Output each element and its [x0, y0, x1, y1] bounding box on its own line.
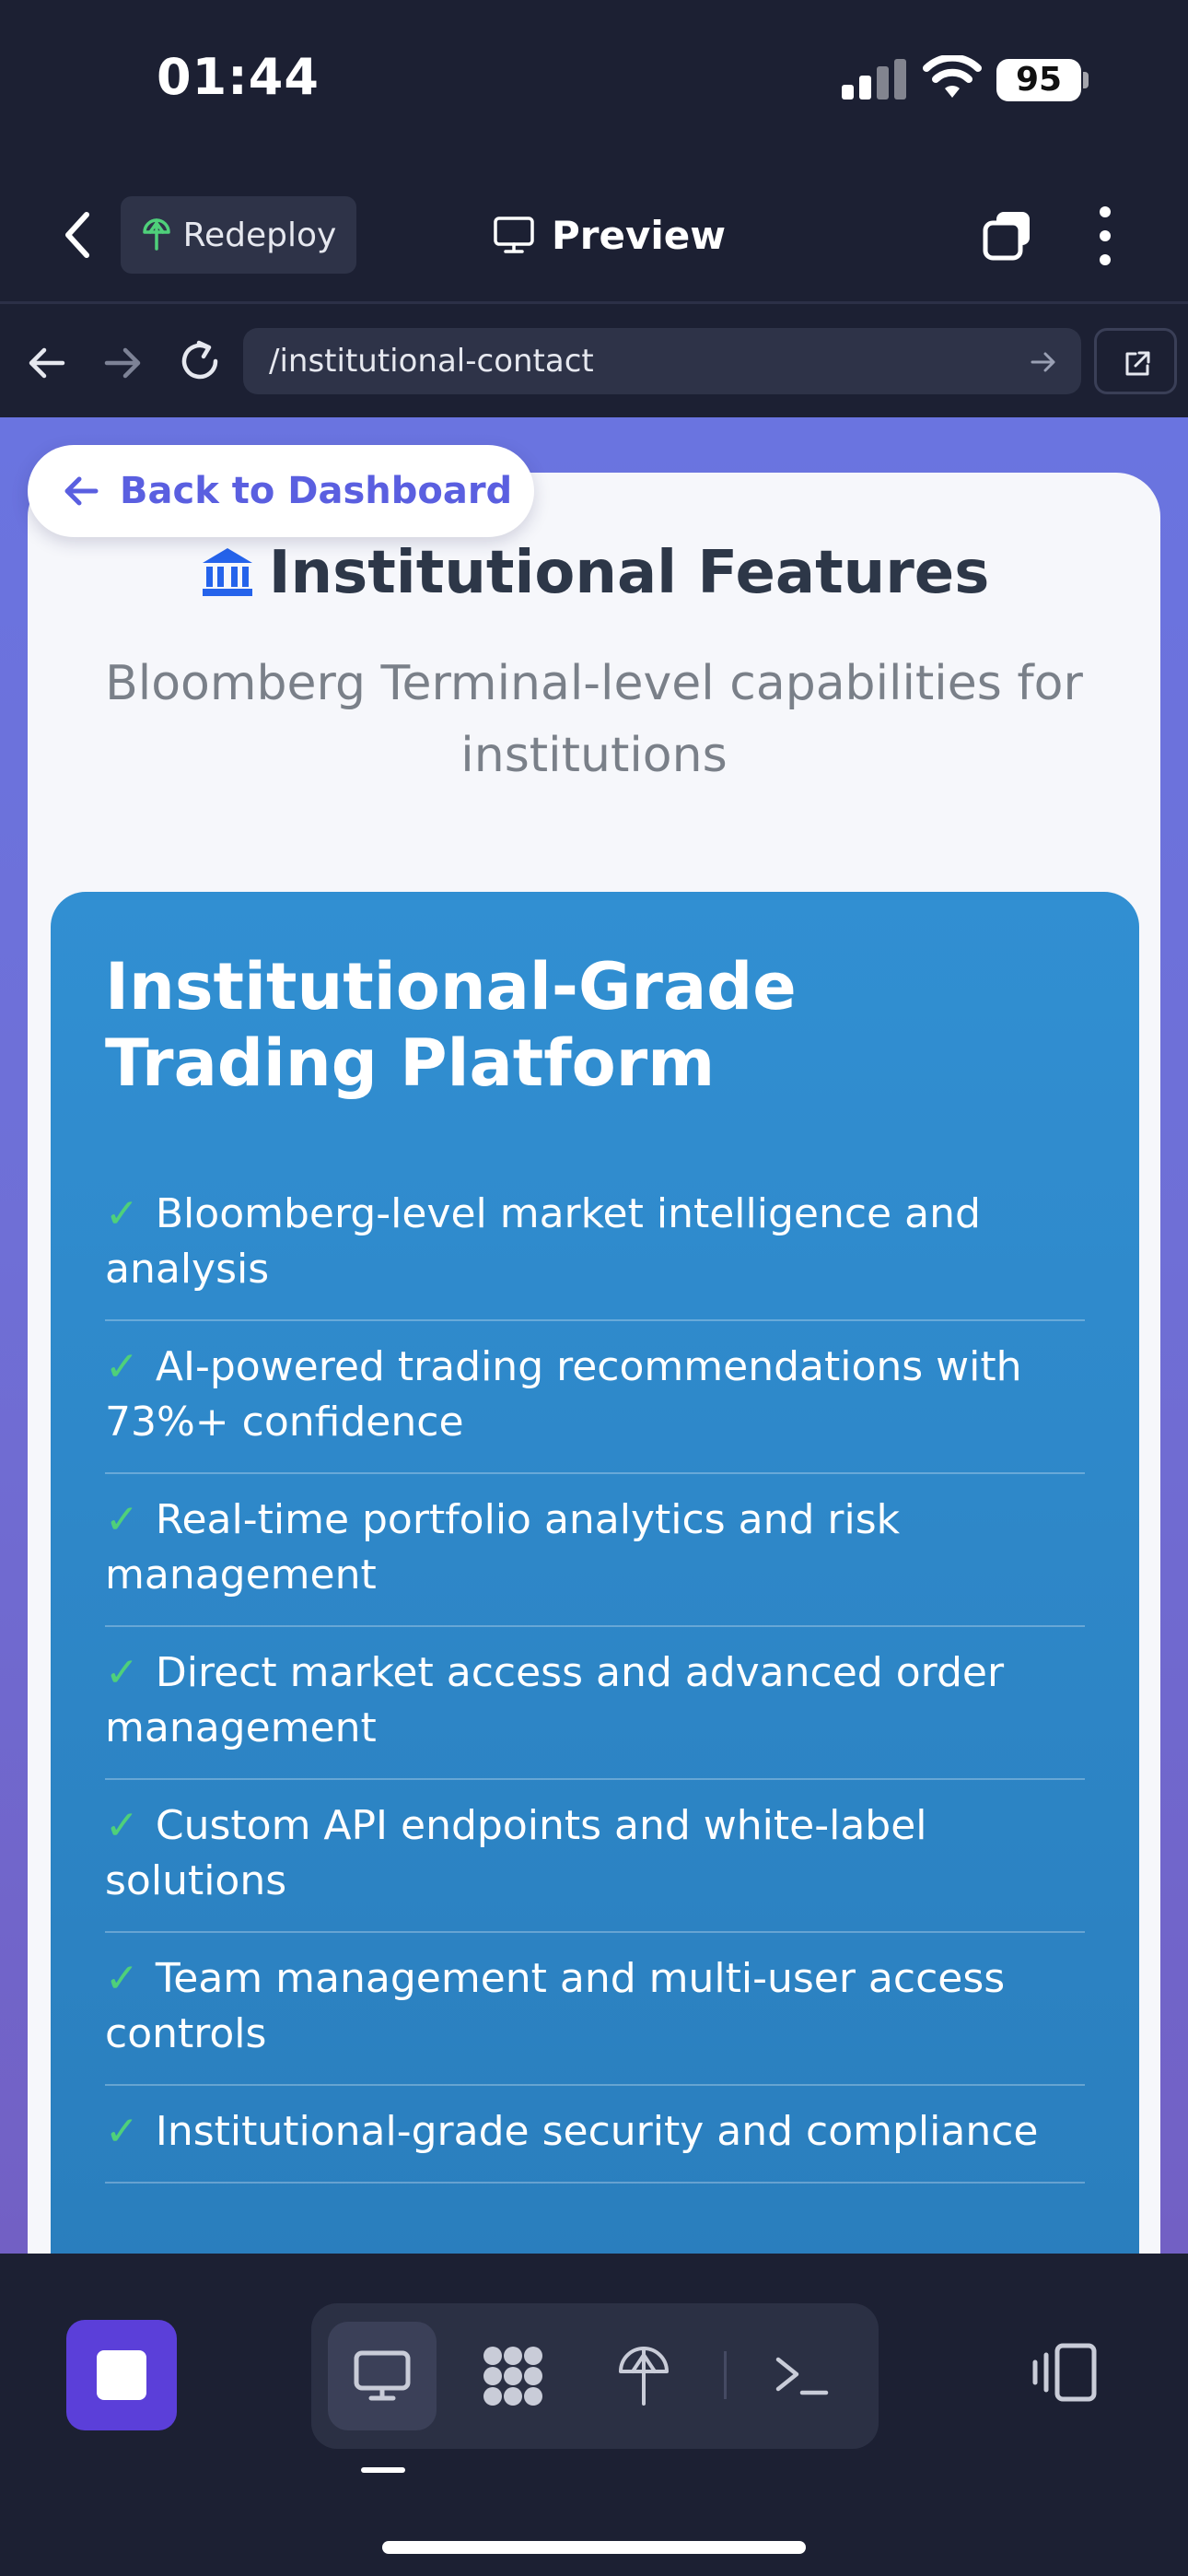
feature-item: ✓ Team management and multi-user access c…	[105, 1933, 1085, 2086]
check-icon: ✓	[105, 1649, 139, 1696]
tab-deploy[interactable]	[589, 2322, 698, 2430]
open-external-button[interactable]	[1094, 328, 1177, 394]
segment-divider	[724, 2351, 727, 2399]
feature-item: ✓ Real-time portfolio analytics and risk …	[105, 1474, 1085, 1627]
monitor-icon	[354, 2350, 411, 2401]
feature-item: ✓ Bloomberg-level market intelligence and…	[105, 1168, 1085, 1321]
web-viewport: Institutional Features Bloomberg Termina…	[0, 417, 1188, 2254]
back-to-dashboard-button[interactable]: Back to Dashboard	[28, 445, 534, 537]
home-indicator[interactable]	[382, 2541, 806, 2554]
features-card: Institutional Features Bloomberg Termina…	[28, 473, 1160, 2254]
features-heading: Institutional Features	[28, 539, 1160, 607]
active-tab-indicator	[361, 2467, 405, 2473]
apps-grid-icon	[483, 2347, 542, 2406]
arrow-left-icon	[64, 476, 99, 506]
feature-item: ✓ Institutional-grade security and compli…	[105, 2086, 1085, 2184]
external-link-icon	[1125, 351, 1150, 376]
preview-label: Preview	[552, 212, 727, 258]
deploy-icon	[619, 2347, 669, 2406]
feature-text: Direct market access and advanced order …	[105, 1649, 1005, 1751]
platform-panel: Institutional-Grade Trading Platform ✓ Bl…	[51, 892, 1139, 2254]
stop-button[interactable]	[66, 2320, 177, 2430]
battery-icon: 95	[996, 59, 1081, 101]
feature-list: ✓ Bloomberg-level market intelligence and…	[105, 1168, 1085, 2184]
tab-preview[interactable]	[328, 2322, 437, 2430]
arrow-right-icon[interactable]	[101, 342, 144, 384]
status-time: 01:44	[157, 48, 320, 106]
check-icon: ✓	[105, 1190, 139, 1237]
browser-url-bar: /institutional-contact	[0, 307, 1188, 417]
redeploy-button[interactable]: Redeploy	[121, 196, 356, 274]
arrow-left-icon[interactable]	[26, 342, 68, 384]
feature-item: ✓ Custom API endpoints and white-label so…	[105, 1780, 1085, 1933]
monitor-icon	[494, 217, 534, 253]
feature-item: ✓ Direct market access and advanced order…	[105, 1627, 1085, 1780]
platform-title: Institutional-Grade Trading Platform	[105, 949, 797, 1101]
back-to-dashboard-label: Back to Dashboard	[120, 470, 513, 512]
feature-item: ✓ AI-powered trading recommendations with…	[105, 1321, 1085, 1474]
go-arrow-icon[interactable]	[1030, 348, 1057, 376]
url-text: /institutional-contact	[269, 343, 594, 380]
check-icon: ✓	[105, 1343, 139, 1390]
features-title: Institutional Features	[268, 539, 990, 607]
check-icon: ✓	[105, 2108, 139, 2155]
battery-tip	[1083, 72, 1089, 88]
panel-toggle-icon[interactable]	[1030, 2342, 1100, 2403]
chevron-left-icon[interactable]	[55, 207, 101, 263]
app-bar: Redeploy Preview	[0, 157, 1188, 304]
tab-terminal[interactable]	[748, 2322, 856, 2430]
features-subtitle: Bloomberg Terminal-level capabilities fo…	[105, 656, 1083, 783]
bank-icon	[202, 548, 252, 596]
feature-text: Custom API endpoints and white-label sol…	[105, 1802, 927, 1904]
wifi-icon	[923, 55, 982, 98]
more-vertical-icon[interactable]	[1087, 206, 1124, 265]
check-icon: ✓	[105, 1496, 139, 1543]
url-input[interactable]: /institutional-contact	[243, 328, 1081, 394]
redeploy-label: Redeploy	[182, 216, 337, 254]
check-icon: ✓	[105, 1955, 139, 2002]
feature-text: Institutional-grade security and complia…	[155, 2108, 1039, 2155]
feature-text: Bloomberg-level market intelligence and …	[105, 1190, 981, 1293]
reload-icon[interactable]	[177, 338, 223, 384]
deploy-icon	[142, 218, 170, 251]
stop-icon	[97, 2350, 146, 2400]
feature-text: Real-time portfolio analytics and risk m…	[105, 1496, 901, 1598]
feature-text: Team management and multi-user access co…	[105, 1955, 1006, 2057]
bottom-toolbar	[0, 2254, 1188, 2576]
tab-apps[interactable]	[459, 2322, 567, 2430]
preview-title: Preview	[493, 203, 726, 267]
check-icon: ✓	[105, 1802, 139, 1849]
tabs-icon[interactable]	[980, 208, 1035, 263]
signal-icon	[842, 59, 906, 100]
view-switcher	[311, 2303, 879, 2449]
status-bar: 01:44 95	[0, 0, 1188, 157]
terminal-icon	[775, 2357, 829, 2395]
feature-text: AI-powered trading recommendations with …	[105, 1343, 1022, 1446]
